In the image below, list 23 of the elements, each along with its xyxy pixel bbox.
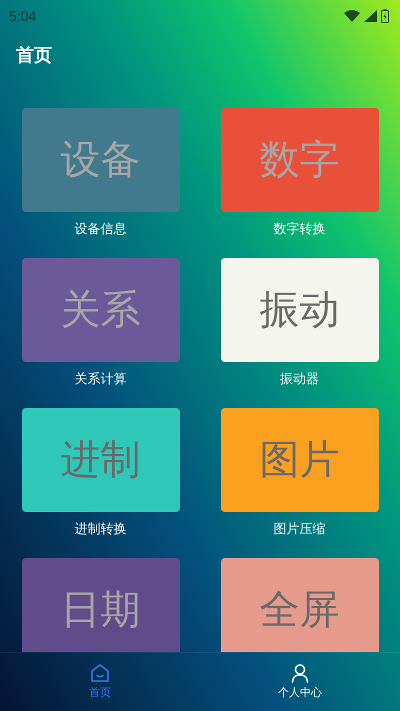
feature-tile[interactable]: 关系 xyxy=(22,258,180,362)
page-title: 首页 xyxy=(16,44,52,68)
tile-label: 图片压缩 xyxy=(274,521,326,539)
tile-label: 进制转换 xyxy=(74,521,126,539)
feature-tile[interactable]: 数字 xyxy=(220,108,378,212)
nav-tab[interactable]: 个人中心 xyxy=(200,653,400,711)
home-icon xyxy=(90,662,110,683)
signal-icon xyxy=(364,10,377,22)
feature-tile[interactable]: 振动 xyxy=(220,258,378,362)
tile-label: 设备信息 xyxy=(74,221,126,239)
status-time: 5:04 xyxy=(9,6,36,26)
feature-tile[interactable]: 设备 xyxy=(22,108,180,212)
feature-tile[interactable]: 全屏 xyxy=(220,558,378,652)
person-icon xyxy=(290,662,310,683)
feature-tile[interactable]: 日期 xyxy=(22,558,180,652)
feature-tile[interactable]: 进制 xyxy=(22,408,180,512)
tile-label: 振动器 xyxy=(280,371,319,389)
feature-tile[interactable]: 图片 xyxy=(220,408,378,512)
battery-icon xyxy=(381,9,389,23)
nav-tab[interactable]: 首页 xyxy=(0,653,200,711)
wifi-icon xyxy=(344,10,360,22)
tile-label: 数字转换 xyxy=(274,221,326,239)
tile-label: 关系计算 xyxy=(74,371,126,389)
